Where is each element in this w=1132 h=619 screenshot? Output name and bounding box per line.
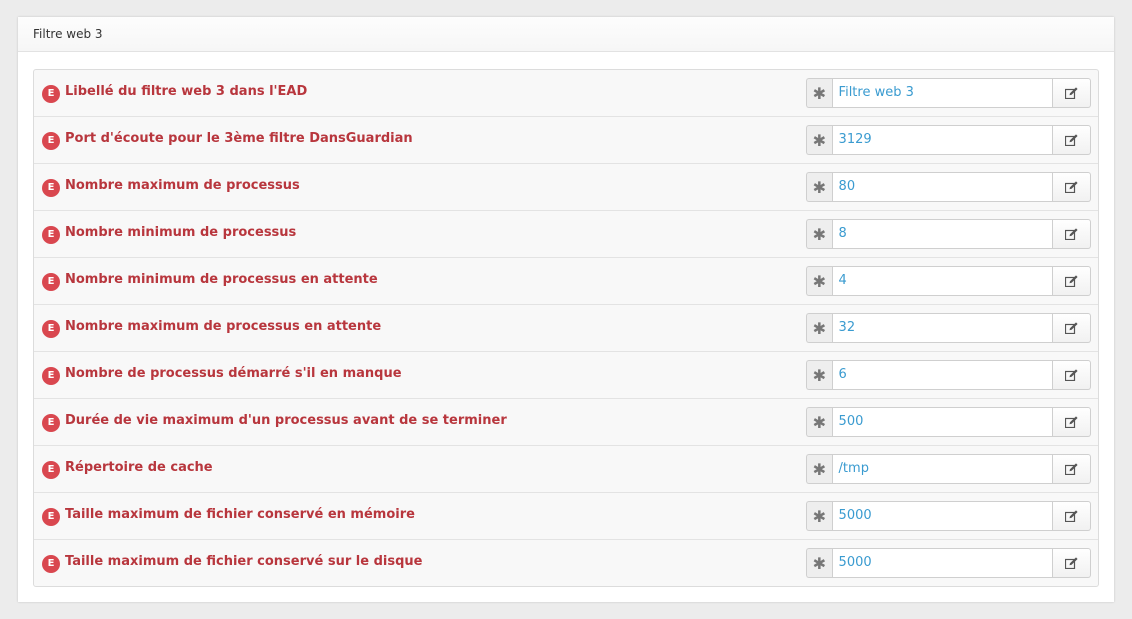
- required-icon: ✱: [806, 219, 832, 249]
- edit-button[interactable]: [1052, 548, 1091, 578]
- setting-value-input[interactable]: 6: [831, 360, 1053, 390]
- required-icon: ✱: [806, 548, 832, 578]
- edit-button[interactable]: [1052, 407, 1091, 437]
- setting-field: ✱ 32: [806, 313, 1091, 343]
- setting-value-input[interactable]: 500: [831, 407, 1053, 437]
- edit-button[interactable]: [1052, 172, 1091, 202]
- setting-row-6: E Nombre maximum de processus en attente…: [34, 304, 1098, 351]
- setting-value-input[interactable]: 8: [831, 219, 1053, 249]
- edit-button[interactable]: [1052, 78, 1091, 108]
- setting-label: Port d'écoute pour le 3ème filtre DansGu…: [65, 131, 413, 146]
- setting-field: ✱ 4: [806, 266, 1091, 296]
- setting-field: ✱ Filtre web 3: [806, 78, 1091, 108]
- edit-icon: [1064, 416, 1078, 428]
- expert-badge: E: [42, 461, 60, 479]
- setting-value-input[interactable]: 4: [831, 266, 1053, 296]
- required-icon: ✱: [806, 360, 832, 390]
- edit-button[interactable]: [1052, 360, 1091, 390]
- setting-value-input[interactable]: 5000: [831, 501, 1053, 531]
- required-icon: ✱: [806, 78, 832, 108]
- setting-row-9: E Répertoire de cache ✱ /tmp: [34, 445, 1098, 492]
- edit-button[interactable]: [1052, 501, 1091, 531]
- edit-icon: [1064, 228, 1078, 240]
- setting-value-input[interactable]: /tmp: [831, 454, 1053, 484]
- edit-button[interactable]: [1052, 125, 1091, 155]
- setting-field: ✱ 80: [806, 172, 1091, 202]
- setting-field: ✱ 8: [806, 219, 1091, 249]
- setting-field: ✱ /tmp: [806, 454, 1091, 484]
- required-icon: ✱: [806, 454, 832, 484]
- edit-button[interactable]: [1052, 454, 1091, 484]
- setting-field: ✱ 3129: [806, 125, 1091, 155]
- settings-panel: Filtre web 3 E Libellé du filtre web 3 d…: [18, 17, 1114, 602]
- expert-badge: E: [42, 132, 60, 150]
- setting-value-input[interactable]: 5000: [831, 548, 1053, 578]
- expert-badge: E: [42, 508, 60, 526]
- setting-label: Taille maximum de fichier conservé sur l…: [65, 554, 423, 569]
- edit-icon: [1064, 181, 1078, 193]
- edit-button[interactable]: [1052, 313, 1091, 343]
- setting-label: Libellé du filtre web 3 dans l'EAD: [65, 84, 308, 99]
- setting-label: Nombre maximum de processus: [65, 178, 300, 193]
- setting-row-11: E Taille maximum de fichier conservé sur…: [34, 539, 1098, 586]
- expert-badge: E: [42, 85, 60, 103]
- setting-row-5: E Nombre minimum de processus en attente…: [34, 257, 1098, 304]
- setting-row-7: E Nombre de processus démarré s'il en ma…: [34, 351, 1098, 398]
- setting-value-input[interactable]: Filtre web 3: [831, 78, 1053, 108]
- expert-badge: E: [42, 367, 60, 385]
- edit-icon: [1064, 322, 1078, 334]
- setting-row-4: E Nombre minimum de processus ✱ 8: [34, 210, 1098, 257]
- setting-row-3: E Nombre maximum de processus ✱ 80: [34, 163, 1098, 210]
- expert-badge: E: [42, 320, 60, 338]
- settings-list: E Libellé du filtre web 3 dans l'EAD ✱ F…: [33, 69, 1099, 587]
- setting-row-1: E Libellé du filtre web 3 dans l'EAD ✱ F…: [34, 70, 1098, 116]
- expert-badge: E: [42, 273, 60, 291]
- setting-field: ✱ 6: [806, 360, 1091, 390]
- panel-title: Filtre web 3: [18, 17, 1114, 52]
- setting-label: Répertoire de cache: [65, 460, 213, 475]
- setting-label: Nombre de processus démarré s'il en manq…: [65, 366, 402, 381]
- setting-row-10: E Taille maximum de fichier conservé en …: [34, 492, 1098, 539]
- edit-icon: [1064, 510, 1078, 522]
- setting-value-input[interactable]: 3129: [831, 125, 1053, 155]
- edit-button[interactable]: [1052, 219, 1091, 249]
- setting-label: Nombre minimum de processus: [65, 225, 297, 240]
- setting-label: Nombre minimum de processus en attente: [65, 272, 378, 287]
- edit-icon: [1064, 557, 1078, 569]
- expert-badge: E: [42, 555, 60, 573]
- edit-icon: [1064, 275, 1078, 287]
- required-icon: ✱: [806, 125, 832, 155]
- edit-icon: [1064, 463, 1078, 475]
- setting-label: Nombre maximum de processus en attente: [65, 319, 382, 334]
- expert-badge: E: [42, 414, 60, 432]
- edit-icon: [1064, 369, 1078, 381]
- setting-row-8: E Durée de vie maximum d'un processus av…: [34, 398, 1098, 445]
- setting-field: ✱ 5000: [806, 501, 1091, 531]
- setting-field: ✱ 5000: [806, 548, 1091, 578]
- required-icon: ✱: [806, 407, 832, 437]
- required-icon: ✱: [806, 501, 832, 531]
- setting-value-input[interactable]: 32: [831, 313, 1053, 343]
- expert-badge: E: [42, 226, 60, 244]
- required-icon: ✱: [806, 172, 832, 202]
- setting-label: Durée de vie maximum d'un processus avan…: [65, 413, 507, 428]
- edit-button[interactable]: [1052, 266, 1091, 296]
- setting-row-2: E Port d'écoute pour le 3ème filtre Dans…: [34, 116, 1098, 163]
- setting-field: ✱ 500: [806, 407, 1091, 437]
- edit-icon: [1064, 87, 1078, 99]
- expert-badge: E: [42, 179, 60, 197]
- required-icon: ✱: [806, 313, 832, 343]
- edit-icon: [1064, 134, 1078, 146]
- setting-value-input[interactable]: 80: [831, 172, 1053, 202]
- setting-label: Taille maximum de fichier conservé en mé…: [65, 507, 415, 522]
- required-icon: ✱: [806, 266, 832, 296]
